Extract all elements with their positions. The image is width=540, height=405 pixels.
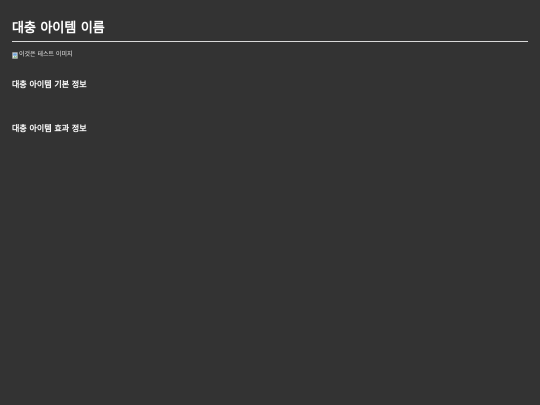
title-divider (12, 41, 528, 42)
item-image: 이것은 테스트 이미지 (12, 50, 73, 60)
effect-info-heading: 대충 아이템 효과 정보 (12, 124, 87, 133)
image-alt-text: 이것은 테스트 이미지 (19, 51, 73, 58)
item-title: 대충 아이템 이름 (12, 21, 105, 36)
item-detail-page: 대충 아이템 이름 이것은 테스트 이미지 대충 아이템 기본 정보 대충 아이… (0, 0, 540, 405)
basic-info-heading: 대충 아이템 기본 정보 (12, 80, 87, 89)
broken-image-icon (12, 51, 18, 59)
